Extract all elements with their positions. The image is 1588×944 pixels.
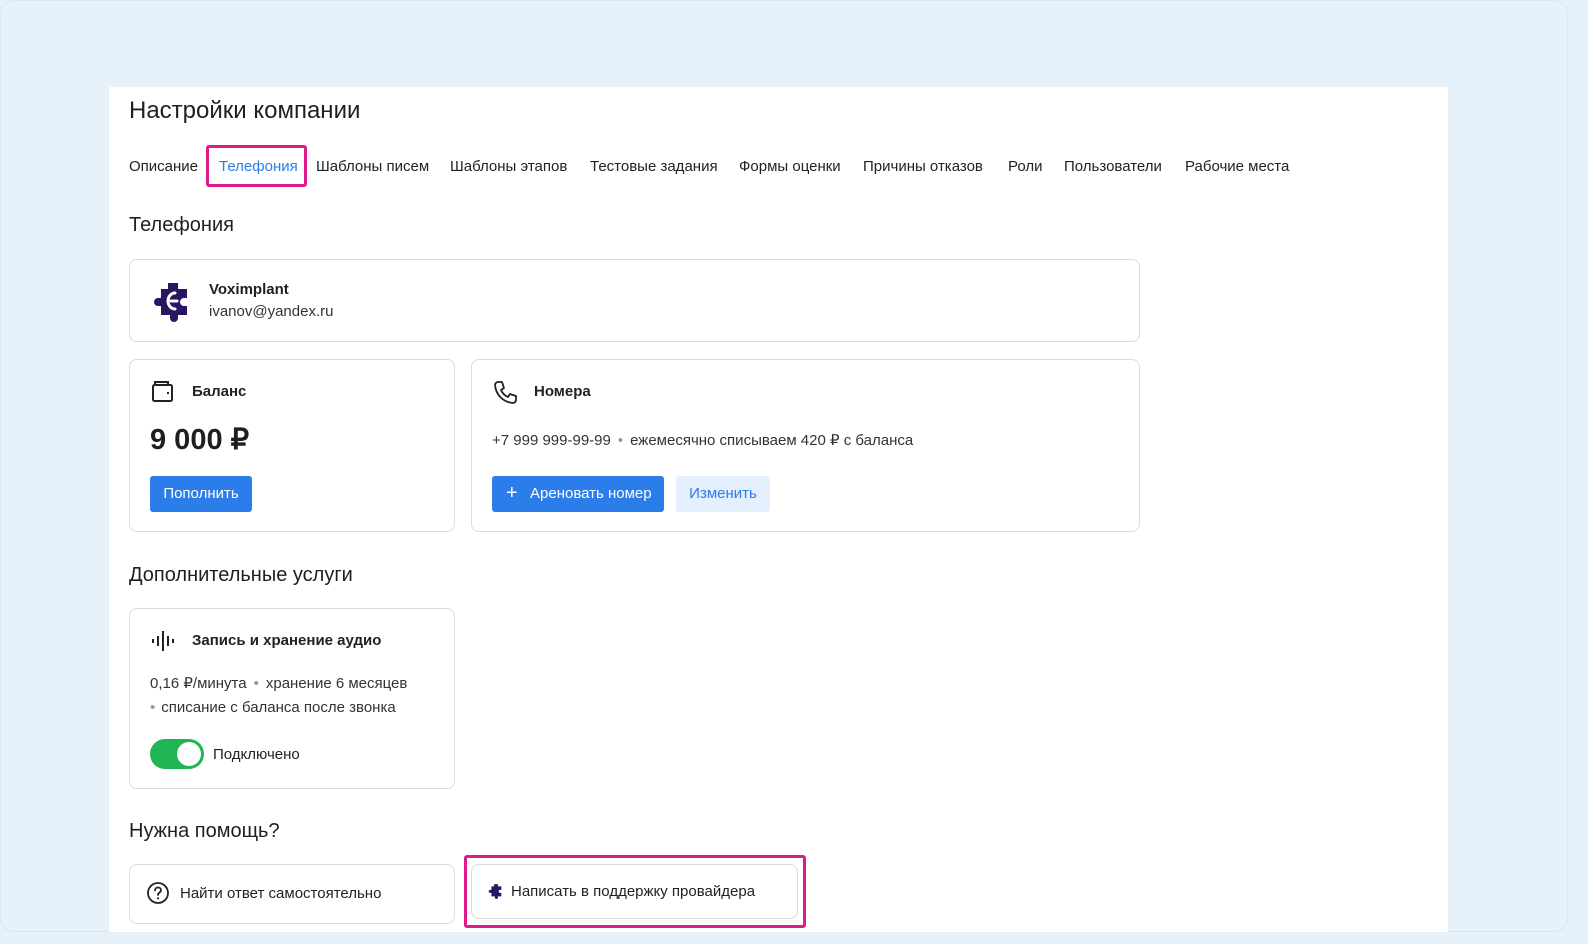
self-help-card[interactable]: Найти ответ самостоятельно xyxy=(129,864,455,924)
phone-number: +7 999 999-99-99 xyxy=(492,432,611,449)
change-number-button[interactable]: Изменить xyxy=(676,476,770,512)
tab-highlight-frame xyxy=(206,145,307,187)
question-circle-icon xyxy=(147,882,169,904)
provider-name: Voximplant xyxy=(209,281,289,298)
phone-icon xyxy=(494,381,517,404)
tab-users[interactable]: Пользователи xyxy=(1064,154,1162,180)
separator-dot: • xyxy=(150,699,156,716)
monthly-fee: ежемесячно списываем 420 ₽ с баланса xyxy=(630,432,914,449)
numbers-card: Номера +7 999 999-99-99 • ежемесячно списы… xyxy=(471,359,1140,532)
audio-recording-toggle[interactable] xyxy=(150,739,204,769)
page-title: Настройки компании xyxy=(129,97,361,124)
provider-card: Voximplant ivanov@yandex.ru xyxy=(129,259,1140,342)
balance-card: Баланс 9 000 ₽ Пополнить xyxy=(129,359,455,532)
self-help-label: Найти ответ самостоятельно xyxy=(180,885,382,902)
separator-dot: • xyxy=(253,675,259,692)
toggle-knob xyxy=(177,742,201,766)
telephony-section-title: Телефония xyxy=(129,214,234,236)
audio-recording-label: Запись и хранение аудио xyxy=(192,632,382,649)
audio-price: 0,16 ₽/минута xyxy=(150,675,247,692)
plus-icon: + xyxy=(506,482,518,504)
rent-number-button[interactable]: + Ареновать номер xyxy=(492,476,664,512)
audio-storage: хранение 6 месяцев xyxy=(265,675,408,692)
support-highlight-frame xyxy=(464,855,806,928)
extra-services-title: Дополнительные услуги xyxy=(129,564,353,586)
tab-description[interactable]: Описание xyxy=(129,154,198,180)
topup-button[interactable]: Пополнить xyxy=(150,476,252,512)
voximplant-puzzle-icon xyxy=(154,283,187,322)
settings-panel: Настройки компании Описание Телефония Ша… xyxy=(109,87,1448,932)
tab-rejection-reasons[interactable]: Причины отказов xyxy=(863,154,983,180)
tab-stage-templates[interactable]: Шаблоны этапов xyxy=(450,154,567,180)
tab-roles[interactable]: Роли xyxy=(1008,154,1043,180)
audio-pricing-line: 0,16 ₽/минута • хранение 6 месяцев xyxy=(150,674,407,692)
balance-label: Баланс xyxy=(192,383,247,400)
provider-email: ivanov@yandex.ru xyxy=(209,303,334,320)
tab-evaluation-forms[interactable]: Формы оценки xyxy=(739,154,841,180)
audio-wave-icon xyxy=(152,631,174,651)
tab-workplaces[interactable]: Рабочие места xyxy=(1185,154,1289,180)
audio-billing: списание с баланса после звонка xyxy=(161,699,396,716)
audio-billing-line: • списание с баланса после звонка xyxy=(150,699,396,716)
numbers-info: +7 999 999-99-99 • ежемесячно списываем 42… xyxy=(492,431,913,449)
audio-recording-card: Запись и хранение аудио 0,16 ₽/минута • хр… xyxy=(129,608,455,789)
tab-test-tasks[interactable]: Тестовые задания xyxy=(590,154,718,180)
help-section-title: Нужна помощь? xyxy=(129,820,280,842)
toggle-status-label: Подключено xyxy=(213,746,300,763)
tab-email-templates[interactable]: Шаблоны писем xyxy=(316,154,429,180)
numbers-label: Номера xyxy=(534,383,591,400)
balance-amount: 9 000 ₽ xyxy=(150,424,250,456)
rent-number-label: Ареновать номер xyxy=(530,485,652,502)
separator-dot: • xyxy=(617,432,624,449)
wallet-icon xyxy=(152,381,173,402)
